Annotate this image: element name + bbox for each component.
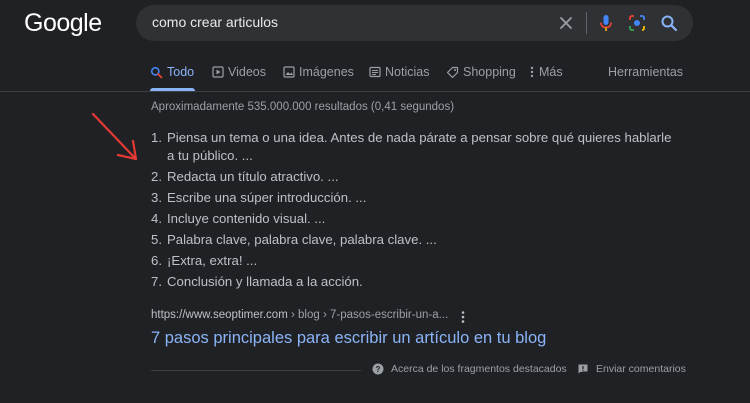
search-box-divider xyxy=(586,12,587,34)
feedback-icon xyxy=(578,364,588,374)
tab-label: Noticias xyxy=(385,65,430,79)
kebab-icon xyxy=(530,66,534,78)
clear-icon[interactable] xyxy=(556,13,576,33)
tab-label: Todo xyxy=(167,65,195,79)
tools-label: Herramientas xyxy=(608,65,684,79)
tab-mas[interactable]: Más xyxy=(529,65,563,79)
image-icon xyxy=(283,66,295,78)
news-icon xyxy=(369,66,381,78)
more-options-icon[interactable] xyxy=(458,310,468,324)
list-item: 1. Piensa un tema o una idea. Antes de na… xyxy=(151,130,672,163)
list-item: 7. Conclusión y llamada a la acción. xyxy=(151,274,363,289)
result-domain: https://www.seoptimer.com xyxy=(151,309,288,321)
tab-label: Más xyxy=(539,65,563,79)
featured-snippet-list: 1. Piensa un tema o una idea. Antes de na… xyxy=(151,129,676,294)
search-tabs: Todo Videos Imágenes Noticias Shopping M… xyxy=(0,60,750,92)
search-input[interactable]: como crear articulos xyxy=(152,14,278,30)
header-divider xyxy=(0,91,750,92)
result-url[interactable]: https://www.seoptimer.com › blog › 7-pas… xyxy=(151,309,448,321)
microphone-icon[interactable] xyxy=(596,13,616,33)
footer-divider xyxy=(151,370,361,371)
tab-label: Videos xyxy=(228,65,266,79)
camera-lens-icon[interactable] xyxy=(627,13,647,33)
about-snippets-label: Acerca de los fragmentos destacados xyxy=(391,363,567,375)
search-results-page: Google como crear articulos Todo Videos … xyxy=(0,0,750,403)
tab-label: Imágenes xyxy=(299,65,354,79)
result-title-link[interactable]: 7 pasos principales para escribir un art… xyxy=(151,329,546,348)
list-item: 2. Redacta un título atractivo. ... xyxy=(151,169,339,184)
list-item: 3. Escribe una súper introducción. ... xyxy=(151,190,367,205)
tools-button[interactable]: Herramientas xyxy=(608,65,683,79)
svg-text:?: ? xyxy=(376,365,381,374)
list-item: 4. Incluye contenido visual. ... xyxy=(151,211,326,226)
annotation-arrow-icon xyxy=(91,112,138,161)
about-snippets-link[interactable]: ? Acerca de los fragmentos destacados xyxy=(372,363,567,375)
google-logo[interactable]: Google xyxy=(24,9,102,38)
search-box[interactable]: como crear articulos xyxy=(136,5,693,41)
tab-shopping[interactable]: Shopping xyxy=(446,65,516,79)
tab-noticias[interactable]: Noticias xyxy=(369,65,429,79)
search-icon[interactable] xyxy=(659,13,679,33)
tab-todo[interactable]: Todo xyxy=(150,65,194,79)
send-feedback-link[interactable]: Enviar comentarios xyxy=(577,363,686,375)
result-path: › blog › 7-pasos-escribir-un-a... xyxy=(287,309,449,321)
send-feedback-label: Enviar comentarios xyxy=(596,363,686,375)
tab-label: Shopping xyxy=(463,65,516,79)
tab-videos[interactable]: Videos xyxy=(212,65,266,79)
video-icon xyxy=(212,66,224,78)
list-item: 5. Palabra clave, palabra clave, palabra … xyxy=(151,232,437,247)
search-icon xyxy=(150,66,163,78)
help-icon: ? xyxy=(372,363,384,375)
list-item: 6. ¡Extra, extra! ... xyxy=(151,253,258,268)
result-stats: Aproximadamente 535.000.000 resultados (… xyxy=(151,101,455,113)
tag-icon xyxy=(446,66,459,78)
tab-imagenes[interactable]: Imágenes xyxy=(283,65,354,79)
